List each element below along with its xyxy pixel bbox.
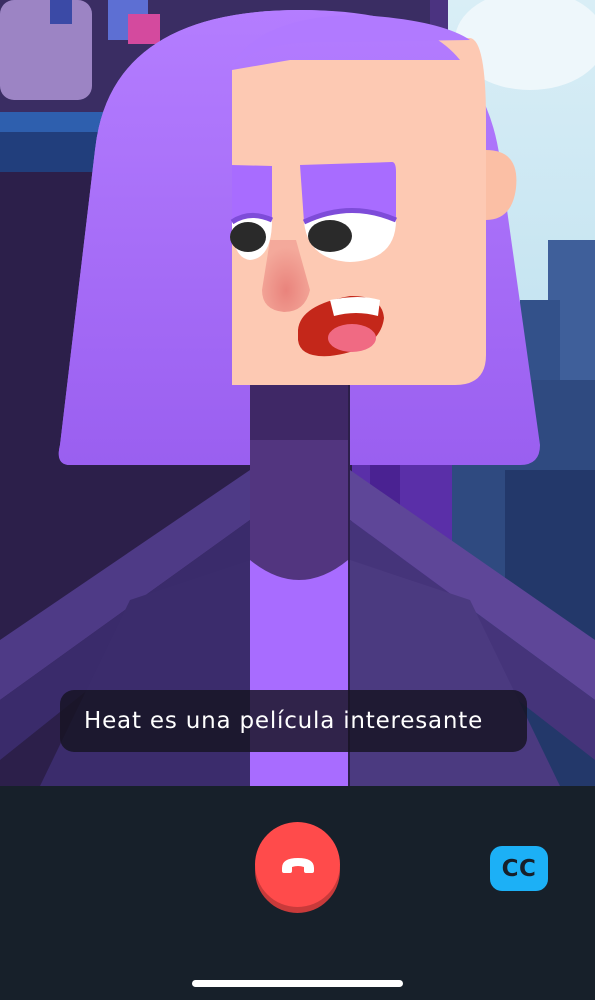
character-video [0, 0, 595, 786]
home-indicator[interactable] [192, 980, 403, 987]
closed-captions-icon: CC [501, 855, 537, 882]
caption-text: Heat es una película interesante [84, 708, 484, 734]
end-call-button[interactable] [255, 822, 340, 907]
video-feed: Heat es una película interesante [0, 0, 595, 786]
call-control-bar: CC [0, 786, 595, 1000]
bag-shape [0, 0, 92, 100]
phone-hangup-icon [281, 857, 314, 873]
closed-captions-button[interactable]: CC [490, 846, 548, 891]
video-call-screen: Heat es una película interesante CC [0, 0, 595, 1000]
caption-box: Heat es una película interesante [60, 690, 527, 752]
